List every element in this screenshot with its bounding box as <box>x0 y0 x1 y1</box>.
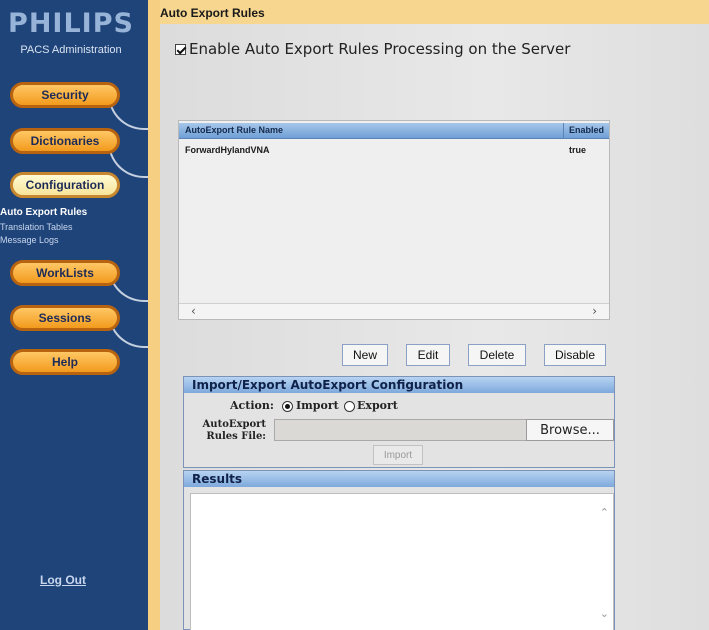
results-title: Results <box>184 471 614 487</box>
rules-table: AutoExport Rule Name Enabled ForwardHyla… <box>178 120 610 320</box>
nav-worklists-button[interactable]: WorkLists <box>10 260 120 286</box>
new-rule-button[interactable]: New <box>342 344 388 366</box>
sidebar-edge <box>148 0 160 630</box>
horizontal-scrollbar[interactable]: ‹ › <box>179 303 609 319</box>
rules-file-input[interactable] <box>274 419 526 441</box>
scroll-up-icon[interactable]: ⌃ <box>600 506 609 519</box>
sidebar-link-translation-tables[interactable]: Translation Tables <box>0 222 73 232</box>
edit-rule-button[interactable]: Edit <box>406 344 450 366</box>
browse-button[interactable]: Browse... <box>526 419 614 441</box>
results-panel: Results ⌃ ⌄ <box>183 470 615 630</box>
page-title: Auto Export Rules <box>160 0 709 24</box>
export-radio[interactable] <box>344 401 355 412</box>
rule-name-cell: ForwardHylandVNA <box>185 145 270 155</box>
import-export-panel: Import/Export AutoExport Configuration A… <box>183 376 615 468</box>
action-label: Action: <box>230 399 274 412</box>
import-radio-label[interactable]: Import <box>296 399 339 412</box>
import-export-title: Import/Export AutoExport Configuration <box>184 377 614 393</box>
enable-processing-row: Enable Auto Export Rules Processing on t… <box>175 40 570 58</box>
scroll-right-icon[interactable]: › <box>592 304 597 318</box>
results-textarea[interactable]: ⌃ ⌄ <box>190 493 614 630</box>
sidebar-link-auto-export-rules[interactable]: Auto Export Rules <box>0 207 87 218</box>
rules-file-label: AutoExport Rules File: <box>202 419 266 442</box>
enable-processing-checkbox[interactable] <box>175 43 186 55</box>
enable-processing-label[interactable]: Enable Auto Export Rules Processing on t… <box>189 40 570 58</box>
import-radio[interactable] <box>282 401 293 412</box>
sidebar-link-message-logs[interactable]: Message Logs <box>0 235 59 245</box>
nav-sessions-button[interactable]: Sessions <box>10 305 120 331</box>
table-row[interactable]: ForwardHylandVNA true <box>179 141 609 159</box>
column-header-rule-name[interactable]: AutoExport Rule Name <box>185 125 283 135</box>
logout-link[interactable]: Log Out <box>40 573 86 587</box>
app-subtitle: PACS Administration <box>20 44 122 56</box>
column-divider <box>563 123 564 139</box>
import-button[interactable]: Import <box>373 445 423 465</box>
nav-help-button[interactable]: Help <box>10 349 120 375</box>
delete-rule-button[interactable]: Delete <box>468 344 526 366</box>
nav-configuration-button[interactable]: Configuration <box>10 172 120 198</box>
philips-logo: PHILIPS <box>8 8 134 39</box>
rules-table-header: AutoExport Rule Name Enabled <box>179 123 609 139</box>
export-radio-label[interactable]: Export <box>357 399 398 412</box>
nav-dictionaries-button[interactable]: Dictionaries <box>10 128 120 154</box>
scroll-left-icon[interactable]: ‹ <box>191 304 196 318</box>
column-header-enabled[interactable]: Enabled <box>569 125 604 135</box>
rule-enabled-cell: true <box>569 145 587 155</box>
scroll-down-icon[interactable]: ⌄ <box>600 607 609 620</box>
sidebar: PHILIPS PACS Administration Security Dic… <box>0 0 148 630</box>
nav-security-button[interactable]: Security <box>10 82 120 108</box>
disable-rule-button[interactable]: Disable <box>544 344 606 366</box>
